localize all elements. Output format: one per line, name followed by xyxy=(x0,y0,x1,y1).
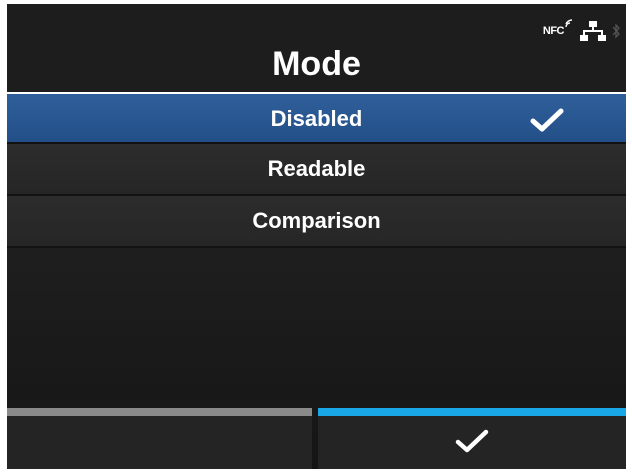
bluetooth-icon xyxy=(612,22,620,40)
option-comparison[interactable]: Comparison xyxy=(7,196,626,248)
nfc-waves-icon xyxy=(565,19,573,28)
back-softkey[interactable] xyxy=(7,408,312,469)
softkey-bar xyxy=(7,408,626,469)
option-readable[interactable]: Readable xyxy=(7,144,626,196)
title-bar: Mode NFC xyxy=(7,4,626,92)
confirm-softkey[interactable] xyxy=(318,408,626,469)
nfc-icon: NFC xyxy=(542,19,574,37)
option-label: Disabled xyxy=(270,106,363,131)
option-disabled[interactable]: Disabled xyxy=(7,92,626,144)
mode-option-list: Disabled Readable Comparison xyxy=(7,92,626,248)
network-icon xyxy=(580,20,606,42)
printer-display: Mode NFC Disabled Readable Comparison xyxy=(7,4,626,469)
status-icons: NFC xyxy=(543,18,620,44)
option-label: Comparison xyxy=(252,208,381,233)
checkmark-icon xyxy=(530,108,564,132)
option-label: Readable xyxy=(267,156,366,181)
checkmark-icon xyxy=(455,429,489,453)
screenshot-frame: Mode NFC Disabled Readable Comparison xyxy=(0,0,632,473)
page-title: Mode xyxy=(272,45,361,83)
nfc-label: NFC xyxy=(542,25,565,37)
